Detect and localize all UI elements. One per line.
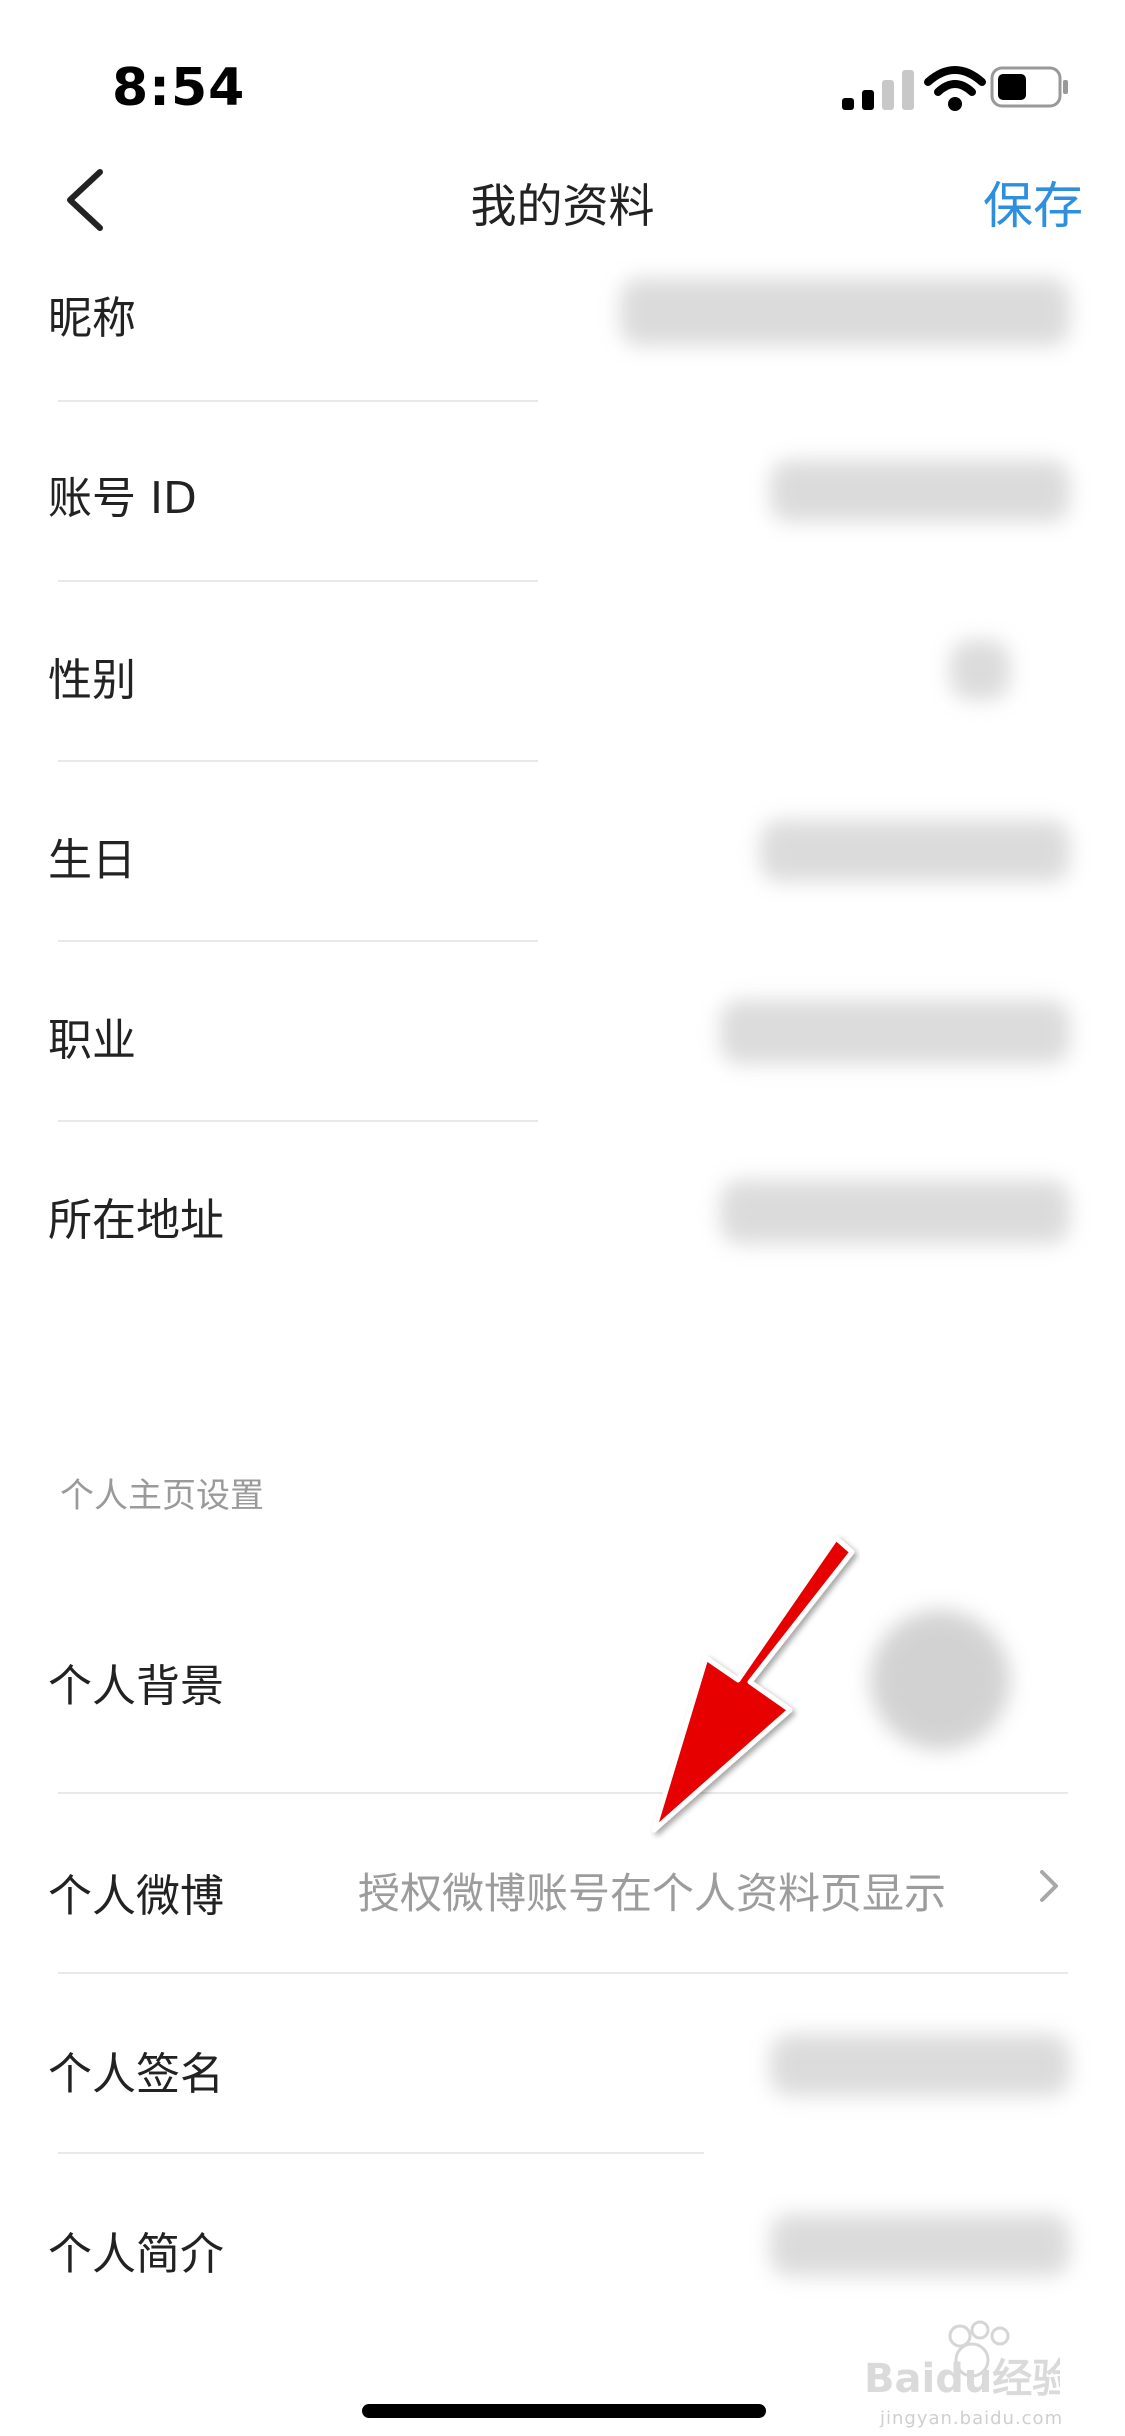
- blurred-background-thumbnail: [870, 1610, 1010, 1750]
- page-title: 我的资料: [470, 179, 655, 233]
- blurred-value: [950, 640, 1010, 700]
- svg-text:Baidu经验: Baidu经验: [864, 2356, 1060, 2402]
- row-label: 生日: [48, 835, 136, 886]
- save-button[interactable]: 保存: [983, 166, 1083, 238]
- blurred-value: [720, 1180, 1070, 1244]
- divider: [58, 1792, 1068, 1794]
- blurred-value: [770, 2034, 1070, 2096]
- blurred-value: [770, 2214, 1070, 2276]
- battery-icon: [990, 66, 1068, 108]
- divider: [58, 1120, 538, 1122]
- row-label: 账号 ID: [48, 473, 197, 524]
- watermark-url: jingyan.baidu.com: [880, 2408, 1064, 2429]
- divider: [58, 580, 538, 582]
- divider: [58, 1972, 1068, 1974]
- baidu-watermark-logo: Baidu经验: [864, 2320, 1060, 2402]
- divider: [58, 760, 538, 762]
- cellular-signal-icon: [842, 70, 914, 110]
- row-label: 个人微博: [48, 1871, 224, 1922]
- divider: [58, 940, 538, 942]
- blurred-value: [760, 820, 1070, 882]
- row-label: 所在地址: [48, 1195, 224, 1246]
- blurred-value: [620, 278, 1070, 346]
- chevron-right-icon: [1040, 1870, 1058, 1902]
- row-label: 个人背景: [48, 1661, 224, 1712]
- annotation-arrow-icon: [651, 1535, 855, 1833]
- divider: [58, 400, 538, 402]
- wifi-icon: [924, 66, 986, 111]
- row-label: 个人签名: [48, 2049, 224, 2100]
- section-title: 个人主页设置: [60, 1476, 264, 1516]
- blurred-value: [720, 1000, 1070, 1064]
- row-label: 个人简介: [48, 2229, 224, 2280]
- home-indicator[interactable]: [362, 2404, 766, 2418]
- row-label: 昵称: [48, 293, 136, 344]
- status-time: 8:54: [112, 58, 246, 118]
- row-label: 性别: [48, 655, 136, 706]
- weibo-hint-text: 授权微博账号在个人资料页显示: [358, 1869, 947, 1918]
- row-label: 职业: [48, 1015, 136, 1066]
- divider: [58, 2152, 704, 2154]
- blurred-value: [770, 460, 1070, 522]
